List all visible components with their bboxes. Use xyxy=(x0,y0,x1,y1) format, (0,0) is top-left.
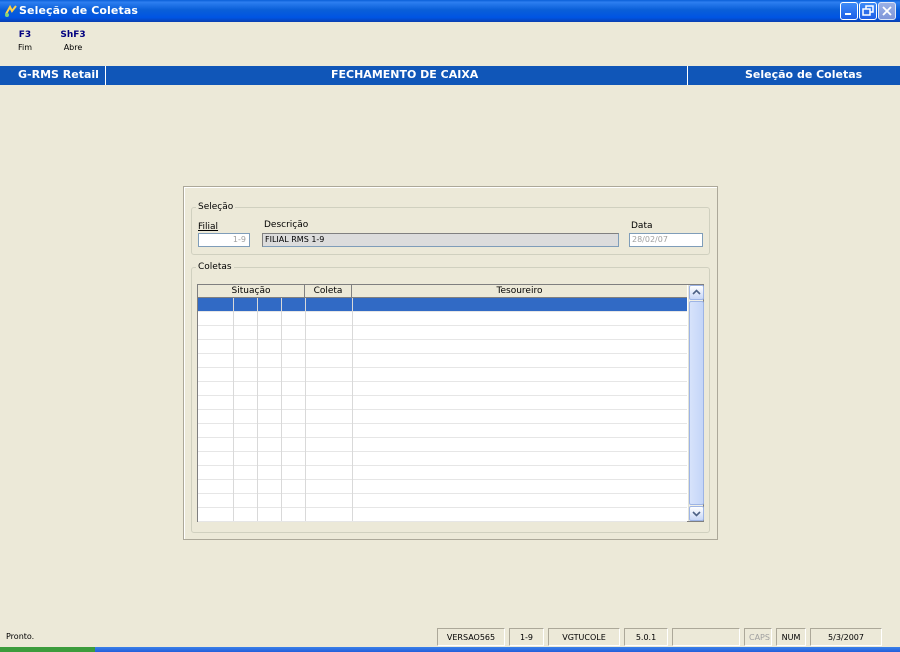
column-header-situacao[interactable]: Situação xyxy=(198,285,305,298)
restore-icon xyxy=(862,5,874,16)
selecao-legend: Seleção xyxy=(196,202,236,212)
scroll-thumb[interactable] xyxy=(689,301,704,505)
status-branch: 1-9 xyxy=(509,628,544,646)
status-caps: CAPS xyxy=(744,628,772,646)
selecao-group: Seleção xyxy=(191,202,710,255)
table-row[interactable] xyxy=(198,396,687,410)
scroll-up-button[interactable] xyxy=(689,285,704,300)
chevron-up-icon xyxy=(692,289,701,295)
fkey-key: F3 xyxy=(18,30,32,40)
column-divider xyxy=(352,298,353,521)
status-num: NUM xyxy=(776,628,806,646)
grid-header: Situação Coleta Tesoureiro xyxy=(198,285,687,298)
table-row[interactable] xyxy=(198,382,687,396)
status-message: Pronto. xyxy=(6,632,35,641)
status-date: 5/3/2007 xyxy=(810,628,882,646)
grid-rows xyxy=(198,298,687,522)
header-divider xyxy=(105,66,106,85)
scroll-down-button[interactable] xyxy=(689,506,704,521)
table-row[interactable] xyxy=(198,312,687,326)
coletas-grid[interactable]: Situação Coleta Tesoureiro xyxy=(197,284,704,522)
vertical-scrollbar[interactable] xyxy=(688,285,704,521)
table-row[interactable] xyxy=(198,494,687,508)
fkey-label: Fim xyxy=(17,43,33,52)
fkey-key: ShF3 xyxy=(60,30,86,40)
status-bar: Pronto. VERSAO565 1-9 VGTUCOLE 5.0.1 CAP… xyxy=(0,628,900,647)
column-divider xyxy=(305,298,306,521)
column-divider xyxy=(257,298,258,521)
status-empty xyxy=(672,628,740,646)
restore-button[interactable] xyxy=(859,2,877,20)
table-row[interactable] xyxy=(198,326,687,340)
start-button[interactable] xyxy=(0,647,95,652)
function-keys: F3 Fim ShF3 Abre xyxy=(0,30,120,62)
fkey-label: Abre xyxy=(63,43,83,52)
minimize-button[interactable] xyxy=(840,2,858,20)
table-row[interactable] xyxy=(198,410,687,424)
module-title: FECHAMENTO DE CAIXA xyxy=(331,68,479,81)
table-row-selected[interactable] xyxy=(198,298,687,312)
table-row[interactable] xyxy=(198,354,687,368)
column-header-tesoureiro[interactable]: Tesoureiro xyxy=(352,285,687,298)
module-header-bar: G-RMS Retail FECHAMENTO DE CAIXA Seleção… xyxy=(0,66,900,85)
fkey-fim[interactable]: F3 Fim xyxy=(14,30,36,52)
screen-title: Seleção de Coletas xyxy=(745,68,863,81)
table-row[interactable] xyxy=(198,340,687,354)
status-program: VGTUCOLE xyxy=(548,628,620,646)
data-field[interactable]: 28/02/07 xyxy=(629,233,703,247)
coletas-legend: Coletas xyxy=(196,262,234,272)
table-row[interactable] xyxy=(198,508,687,522)
minimize-icon xyxy=(845,13,851,15)
table-row[interactable] xyxy=(198,452,687,466)
status-version: VERSAO565 xyxy=(437,628,505,646)
filial-label: Filial xyxy=(198,222,219,232)
table-row[interactable] xyxy=(198,480,687,494)
fkey-abre[interactable]: ShF3 Abre xyxy=(58,30,88,52)
title-bar: Seleção de Coletas xyxy=(0,0,900,22)
table-row[interactable] xyxy=(198,438,687,452)
column-divider xyxy=(233,298,234,521)
filial-field[interactable]: 1-9 xyxy=(198,233,250,247)
table-row[interactable] xyxy=(198,466,687,480)
table-row[interactable] xyxy=(198,424,687,438)
close-button[interactable] xyxy=(878,2,896,20)
descricao-label: Descrição xyxy=(264,220,309,230)
app-icon xyxy=(5,4,17,17)
column-divider xyxy=(281,298,282,521)
data-label: Data xyxy=(631,221,653,231)
app-name: G-RMS Retail xyxy=(18,68,99,81)
column-header-coleta[interactable]: Coleta xyxy=(305,285,352,298)
descricao-field: FILIAL RMS 1-9 xyxy=(262,233,619,247)
window-title: Seleção de Coletas xyxy=(19,4,138,17)
taskbar xyxy=(0,647,900,652)
close-icon xyxy=(882,6,892,16)
table-row[interactable] xyxy=(198,368,687,382)
status-release: 5.0.1 xyxy=(624,628,668,646)
chevron-down-icon xyxy=(692,511,701,517)
header-divider xyxy=(687,66,688,85)
